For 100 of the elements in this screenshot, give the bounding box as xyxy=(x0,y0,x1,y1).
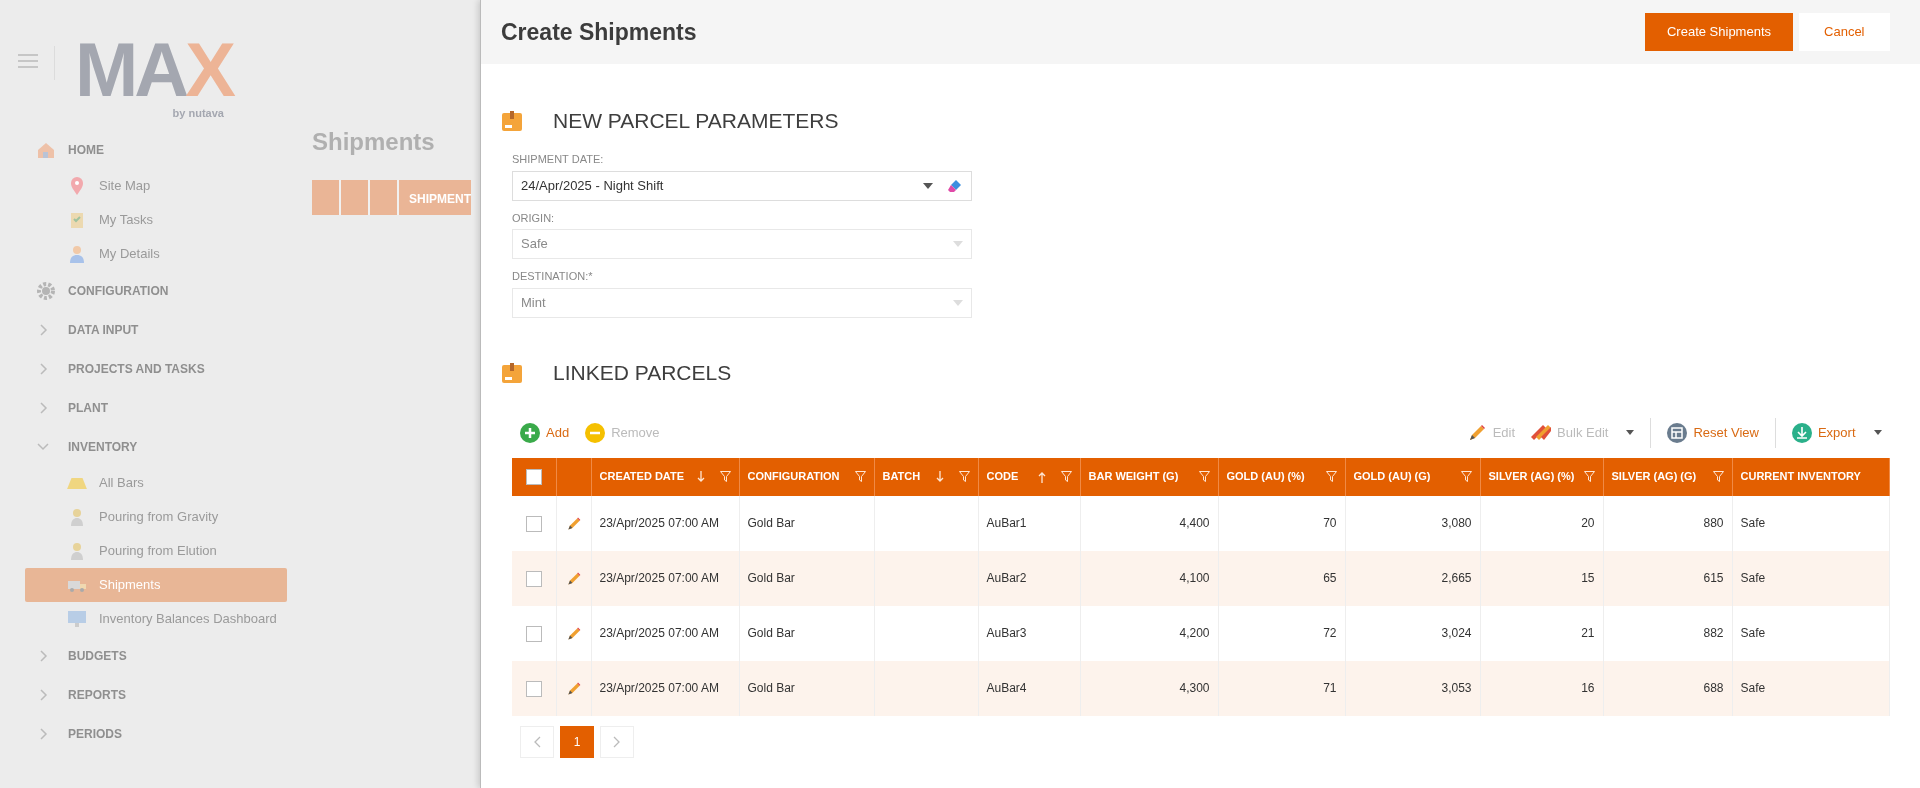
dialog-title: Create Shipments xyxy=(501,17,697,47)
checkbox[interactable] xyxy=(525,469,542,486)
dropdown-field[interactable]: 24/Apr/2025 - Night Shift xyxy=(512,170,972,201)
checkbox[interactable] xyxy=(525,570,542,587)
table-cell: AuBar1 xyxy=(986,516,1027,530)
table-cell: 23/Apr/2025 07:00 AM xyxy=(599,571,719,585)
page-button[interactable]: 1 xyxy=(560,725,594,758)
logo: MAX xyxy=(75,38,232,103)
eraser-icon[interactable] xyxy=(947,177,963,194)
field-label: DESTINATION:* xyxy=(512,269,594,284)
nav-group[interactable]: DATA INPUT xyxy=(8,310,282,349)
nav-group[interactable]: REPORTS xyxy=(8,675,282,714)
toolbar-button[interactable]: Add xyxy=(512,422,578,443)
nav-group[interactable]: INVENTORY xyxy=(8,427,282,466)
table-cell: 16 xyxy=(1581,681,1595,695)
table-cell: 20 xyxy=(1581,516,1595,530)
table-cell: 23/Apr/2025 07:00 AM xyxy=(599,626,719,640)
table-cell: 65 xyxy=(1323,571,1337,585)
nav-item[interactable]: Site Map xyxy=(25,169,287,203)
table-cell: 688 xyxy=(1703,681,1724,695)
checkbox[interactable] xyxy=(525,625,542,642)
table-cell: 4,400 xyxy=(1179,516,1210,530)
page-title: Shipments xyxy=(312,127,436,157)
filter-icon[interactable] xyxy=(854,471,866,482)
nav-item[interactable]: All Bars xyxy=(25,466,287,500)
table-cell: AuBar4 xyxy=(986,681,1027,695)
nav-item[interactable]: Pouring from Gravity xyxy=(25,500,287,534)
filter-icon[interactable] xyxy=(1583,471,1595,482)
nav-section[interactable]: CONFIGURATION xyxy=(8,271,282,310)
column-header[interactable]: BATCH xyxy=(882,468,921,485)
table-cell: 21 xyxy=(1581,626,1595,640)
table-cell: 615 xyxy=(1703,571,1724,585)
toolbar-button[interactable]: Export xyxy=(1783,422,1864,443)
table-cell: 71 xyxy=(1323,681,1337,695)
table-cell: 3,053 xyxy=(1441,681,1472,695)
column-header xyxy=(370,180,399,215)
checkbox[interactable] xyxy=(525,515,542,532)
field-label: ORIGIN: xyxy=(512,210,556,226)
nav-item[interactable]: My Tasks xyxy=(25,203,287,237)
table-cell: 70 xyxy=(1323,516,1337,530)
pencil-icon[interactable] xyxy=(565,680,582,697)
table-cell: AuBar2 xyxy=(986,571,1027,585)
sort-down-icon[interactable] xyxy=(695,470,706,483)
filter-icon[interactable] xyxy=(1712,471,1724,482)
table-cell: 23/Apr/2025 07:00 AM xyxy=(599,681,719,695)
table-icon xyxy=(1667,422,1688,443)
cancel-button[interactable]: Cancel xyxy=(1799,13,1890,51)
table-cell: 3,080 xyxy=(1441,516,1472,530)
filter-icon[interactable] xyxy=(1460,471,1472,482)
column-header: SHIPMENT xyxy=(399,180,471,215)
table-cell: 4,200 xyxy=(1179,626,1210,640)
table-cell: 15 xyxy=(1581,571,1595,585)
table-cell: Gold Bar xyxy=(747,516,795,530)
toolbar-button[interactable]: Reset View xyxy=(1659,422,1767,443)
table-cell: Safe xyxy=(1740,626,1766,640)
settings-icon xyxy=(36,280,56,301)
nav-group[interactable]: BUDGETS xyxy=(8,636,282,675)
nav-group[interactable]: PLANT xyxy=(8,388,282,427)
caret-icon[interactable] xyxy=(1873,430,1882,435)
pencil-icon[interactable] xyxy=(565,570,582,587)
filter-icon[interactable] xyxy=(1325,471,1337,482)
table-cell: Gold Bar xyxy=(747,571,795,585)
table-cell: 2,665 xyxy=(1441,571,1472,585)
nav-group[interactable]: PERIODS xyxy=(8,714,282,753)
plus-icon xyxy=(520,422,540,443)
sort-down-icon[interactable] xyxy=(934,470,945,483)
nav-item[interactable]: Shipments xyxy=(25,568,287,602)
filter-icon[interactable] xyxy=(1060,471,1072,482)
logo-tagline: by nutava xyxy=(171,105,225,121)
nav-section[interactable]: HOME xyxy=(8,130,282,169)
column-header xyxy=(312,180,341,215)
table-cell: Safe xyxy=(1740,571,1766,585)
table-cell: 23/Apr/2025 07:00 AM xyxy=(599,516,719,530)
minus-icon xyxy=(585,422,606,443)
pencil-icon[interactable] xyxy=(565,515,582,532)
nav-group[interactable]: PROJECTS AND TASKS xyxy=(8,349,282,388)
pencil-icon[interactable] xyxy=(565,625,582,642)
sort-up-icon[interactable] xyxy=(1036,470,1047,483)
table-cell: Gold Bar xyxy=(747,626,795,640)
filter-icon[interactable] xyxy=(958,471,970,482)
create-button[interactable]: Create Shipments xyxy=(1644,13,1794,51)
parcel-icon xyxy=(501,110,523,132)
filter-icon[interactable] xyxy=(1198,471,1210,482)
download-icon xyxy=(1791,422,1812,443)
nav-item[interactable]: Pouring from Elution xyxy=(25,534,287,568)
table-cell: 4,100 xyxy=(1179,571,1210,585)
column-header[interactable]: CODE xyxy=(986,468,1019,485)
nav-item[interactable]: My Details xyxy=(25,237,287,271)
person-icon xyxy=(67,244,87,264)
field-label: SHIPMENT DATE: xyxy=(512,152,605,167)
chevron-left-icon xyxy=(533,735,541,748)
caret-icon xyxy=(953,241,963,247)
table-cell: AuBar3 xyxy=(986,626,1027,640)
checkbox[interactable] xyxy=(525,680,542,697)
filter-icon[interactable] xyxy=(719,471,731,482)
chevron-right-icon xyxy=(613,735,621,748)
parcel-icon xyxy=(501,361,523,384)
nav-item[interactable]: Inventory Balances Dashboard xyxy=(25,602,287,636)
monitor-icon xyxy=(67,609,87,629)
bars-icon xyxy=(67,477,87,489)
